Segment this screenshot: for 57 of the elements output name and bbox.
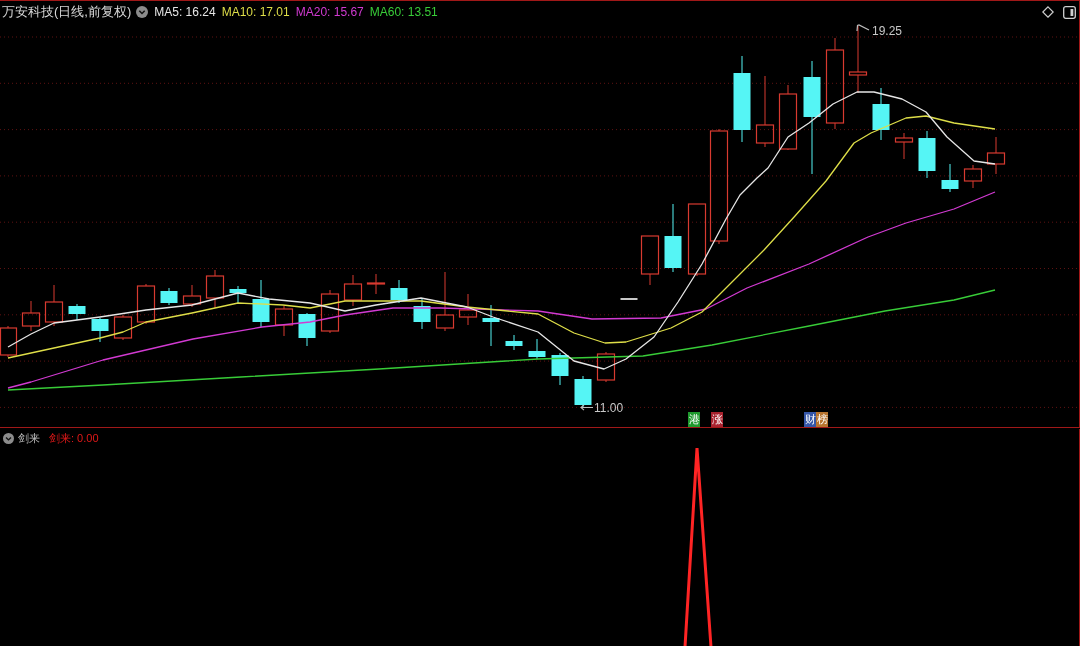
diamond-icon[interactable] [1042,6,1054,18]
candlestick [482,304,500,347]
event-marker[interactable]: 涨 [711,412,723,427]
candlestick [390,279,408,304]
indicator-name: 剑来 [18,431,40,445]
sidebar-icon[interactable] [1063,5,1076,19]
candlestick [366,273,386,295]
candlestick [182,284,202,308]
candlestick [413,297,431,330]
candlestick [252,279,270,328]
indicator-value: 剑来: 0.00 [49,431,99,445]
ma-value-label: MA60: 13.51 [369,4,438,20]
candlestick [778,84,798,151]
candlestick [941,163,959,193]
chevron-down-icon[interactable] [136,6,149,18]
candlestick [205,269,225,309]
candlestick [0,325,18,358]
candlestick [229,285,247,305]
stock-title: 万安科技(日线,前复权) [2,4,132,20]
event-marker[interactable]: 财 [804,412,816,427]
candlestick [435,271,455,332]
candlestick [596,351,616,383]
chevron-down-icon[interactable] [3,432,14,444]
candlestick [21,300,41,332]
candlestick [963,164,983,189]
candlestick [160,287,178,306]
candlestick [551,352,569,386]
candlestick [918,130,936,179]
event-marker[interactable]: 榜 [816,412,828,427]
low-price-label: 11.00 [594,401,624,415]
candlestick [640,235,660,286]
candlestick [136,283,156,325]
candlestick [505,334,523,351]
candlestick [298,312,316,347]
candlestick [274,305,294,337]
candlestick [343,274,363,307]
high-price-label: 19.25 [872,24,903,38]
candlestick [872,87,890,141]
leader-line [856,24,870,32]
candlestick [320,289,340,334]
candlestick [848,25,868,94]
candlestick [986,136,1006,175]
candlestick [113,314,133,341]
ma-value-label: MA20: 15.67 [295,4,364,20]
candlestick [91,317,109,343]
event-marker[interactable]: 港 [688,412,700,427]
leader-arrow [580,404,593,411]
candlestick [664,203,682,273]
ma-value-label: MA5: 16.24 [154,4,216,20]
candlestick [574,375,592,408]
candlestick [528,338,546,360]
candlestick [458,293,478,326]
candlestick [44,284,64,327]
candlestick [68,303,86,321]
candlestick [894,132,914,160]
ma-value-label: MA10: 17.01 [221,4,290,20]
candlestick [620,298,638,300]
